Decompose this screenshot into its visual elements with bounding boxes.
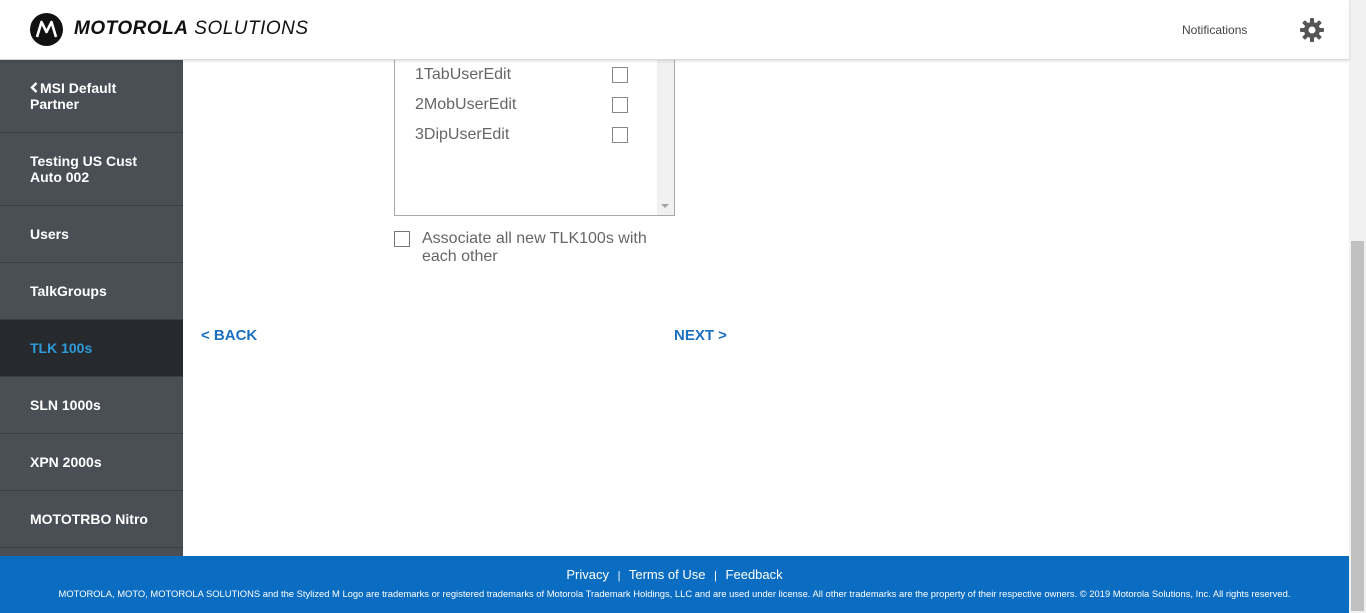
sidebar-item-talkgroups[interactable]: TalkGroups <box>0 263 183 320</box>
footer-separator: | <box>714 570 717 582</box>
associate-all-checkbox[interactable] <box>394 231 410 247</box>
list-item[interactable]: 1TabUserEdit <box>415 64 637 86</box>
privacy-link[interactable]: Privacy <box>566 567 609 582</box>
list-item[interactable]: 3DipUserEdit <box>415 124 637 146</box>
sidebar-item-label: SLN 1000s <box>30 397 101 413</box>
list-item-label: 2MobUserEdit <box>415 96 517 113</box>
list-item-label: 1TabUserEdit <box>415 66 512 83</box>
sidebar-item-xpn2000s[interactable]: XPN 2000s <box>0 434 183 491</box>
legal-text: MOTOROLA, MOTO, MOTOROLA SOLUTIONS and t… <box>58 588 1291 599</box>
sidebar-item-label: TalkGroups <box>30 283 107 299</box>
notifications-link[interactable]: Notifications <box>1182 23 1247 37</box>
scroll-down-arrow-icon[interactable] <box>661 204 669 208</box>
sidebar-item-label: TLK 100s <box>30 340 93 356</box>
list-item[interactable]: 2MobUserEdit <box>415 94 637 116</box>
sidebar-item-label: MSI Default Partner <box>30 80 117 112</box>
list-item-checkbox[interactable] <box>612 67 628 83</box>
sidebar-item-label: XPN 2000s <box>30 454 102 470</box>
page-scrollbar-thumb[interactable] <box>1351 241 1364 611</box>
feedback-link[interactable]: Feedback <box>726 567 783 582</box>
next-button[interactable]: NEXT > <box>674 327 727 344</box>
footer-separator: | <box>617 570 621 582</box>
list-item-checkbox[interactable] <box>612 97 628 113</box>
motorola-logo-icon[interactable] <box>30 13 63 46</box>
footer-links: Privacy | Terms of Use | Feedback <box>0 567 1349 582</box>
terms-of-use-link[interactable]: Terms of Use <box>629 567 706 582</box>
sidebar-item-customer[interactable]: Testing US Cust Auto 002 <box>0 133 183 206</box>
gear-icon[interactable] <box>1299 17 1325 43</box>
brand-bold: MOTOROLA <box>74 18 189 39</box>
back-button[interactable]: < BACK <box>201 327 257 344</box>
sidebar-item-label: MOTOTRBO Nitro <box>30 511 148 527</box>
brand-light: SOLUTIONS <box>194 18 309 39</box>
footer: Privacy | Terms of Use | Feedback MOTORO… <box>0 556 1349 613</box>
associate-all-label: Associate all new TLK100s with each othe… <box>422 230 647 265</box>
sidebar-item-partner[interactable]: MSI Default Partner <box>0 60 183 133</box>
user-listbox[interactable]: 1TabUserEdit 2MobUserEdit 3DipUserEdit <box>394 40 675 216</box>
chevron-left-icon <box>30 80 38 96</box>
sidebar-item-tlk100s[interactable]: TLK 100s <box>0 320 183 377</box>
sidebar: MSI Default Partner Testing US Cust Auto… <box>0 60 183 556</box>
brand-name[interactable]: MOTOROLA SOLUTIONS <box>74 18 309 40</box>
list-item-checkbox[interactable] <box>612 127 628 143</box>
sidebar-item-label: Users <box>30 226 69 242</box>
list-item-label: 3DipUserEdit <box>415 126 510 143</box>
sidebar-item-label: Testing US Cust Auto 002 <box>30 153 138 185</box>
app-header: MOTOROLA SOLUTIONS Notifications <box>0 0 1349 60</box>
listbox-scrollbar[interactable] <box>657 41 674 215</box>
sidebar-item-sln1000s[interactable]: SLN 1000s <box>0 377 183 434</box>
sidebar-item-users[interactable]: Users <box>0 206 183 263</box>
sidebar-item-mototrbo-nitro[interactable]: MOTOTRBO Nitro <box>0 491 183 548</box>
